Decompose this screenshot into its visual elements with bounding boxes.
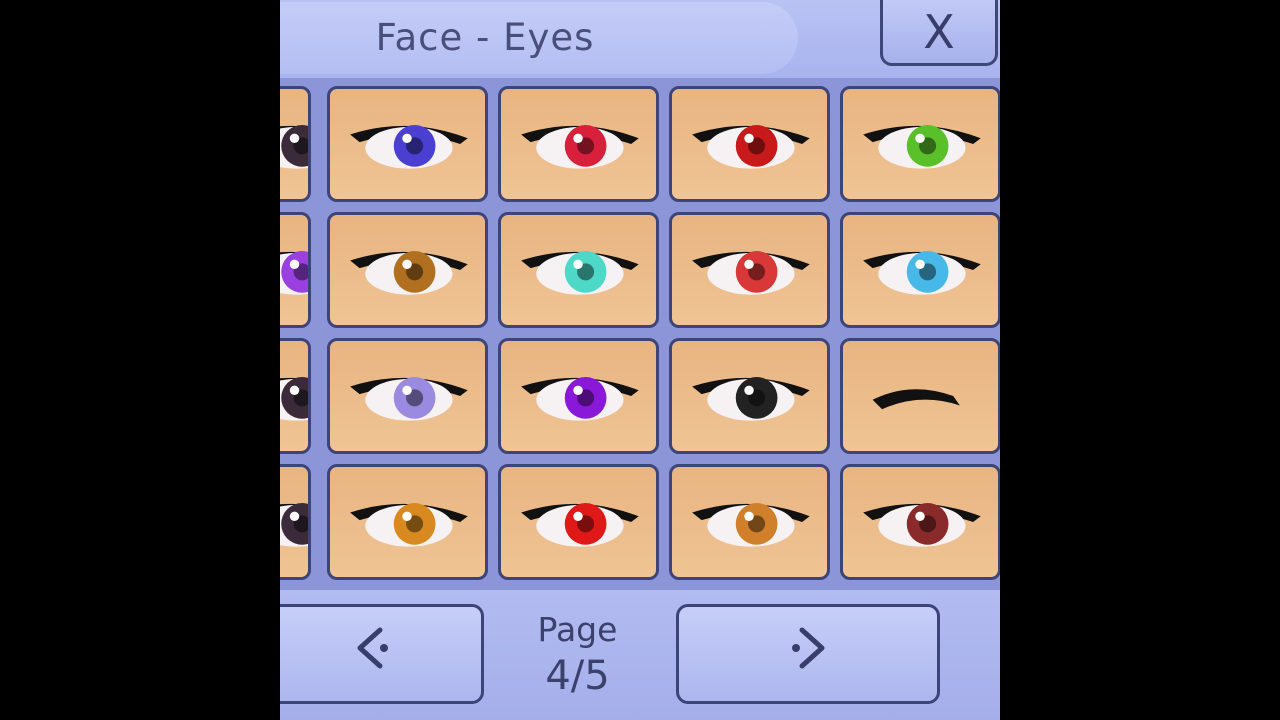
eye-icon <box>501 215 656 325</box>
page-label: Page <box>537 610 618 649</box>
eye-icon <box>672 467 827 577</box>
eye-option-light-blue-eye[interactable] <box>840 212 1000 328</box>
app-window: Face - Eyes X Page 4/5 <box>280 0 1000 720</box>
page-number: 4/5 <box>545 653 610 699</box>
eye-icon <box>672 341 827 451</box>
eye-icon <box>280 215 308 325</box>
eye-option-dark-red-heart-eye[interactable] <box>840 464 1000 580</box>
close-icon: X <box>923 4 955 59</box>
chevron-left-icon <box>342 618 402 690</box>
title-pill: Face - Eyes <box>280 2 798 74</box>
eye-icon <box>280 341 308 451</box>
eye-option-teal-heart-eye[interactable] <box>498 212 659 328</box>
eye-option-brown-eye[interactable] <box>327 212 488 328</box>
eye-option-partial-purple-eye[interactable] <box>280 212 311 328</box>
eye-option-amber-round-eye[interactable] <box>669 464 830 580</box>
eye-option-partial-eye[interactable] <box>280 86 311 202</box>
eye-option-purple-star-eye[interactable] <box>498 338 659 454</box>
eye-option-green-eye[interactable] <box>840 86 1000 202</box>
eye-icon <box>280 89 308 199</box>
eye-icon <box>280 467 308 577</box>
eye-option-red-yellow-eye[interactable] <box>669 86 830 202</box>
eye-option-blue-star-eye[interactable] <box>327 86 488 202</box>
eye-icon <box>843 89 998 199</box>
eye-option-partial-eye[interactable] <box>280 338 311 454</box>
eye-icon <box>330 467 485 577</box>
header: Face - Eyes X <box>280 0 1000 80</box>
eye-icon <box>501 467 656 577</box>
eye-icon <box>330 215 485 325</box>
eye-option-spiral-eye[interactable] <box>669 338 830 454</box>
close-button[interactable]: X <box>880 0 998 66</box>
eye-option-red-eye[interactable] <box>498 464 659 580</box>
eye-option-lilac-plaid-eye[interactable] <box>327 338 488 454</box>
eye-option-red-cross-eye[interactable] <box>669 212 830 328</box>
eye-icon <box>672 215 827 325</box>
eye-icon <box>330 341 485 451</box>
eye-option-partial-eye[interactable] <box>280 464 311 580</box>
next-page-button[interactable] <box>676 604 940 704</box>
eye-icon <box>843 341 998 451</box>
eye-icon <box>843 467 998 577</box>
chevron-right-icon <box>778 618 838 690</box>
eye-option-red-target-eye[interactable] <box>498 86 659 202</box>
pager: Page 4/5 <box>280 590 1000 720</box>
eye-option-amber-eye[interactable] <box>327 464 488 580</box>
eye-icon <box>843 215 998 325</box>
eye-option-closed-eye[interactable] <box>840 338 1000 454</box>
eye-icon <box>501 89 656 199</box>
eye-icon <box>672 89 827 199</box>
eye-icon <box>501 341 656 451</box>
eye-icon <box>330 89 485 199</box>
page-title: Face - Eyes <box>375 16 595 59</box>
prev-page-button[interactable] <box>280 604 484 704</box>
